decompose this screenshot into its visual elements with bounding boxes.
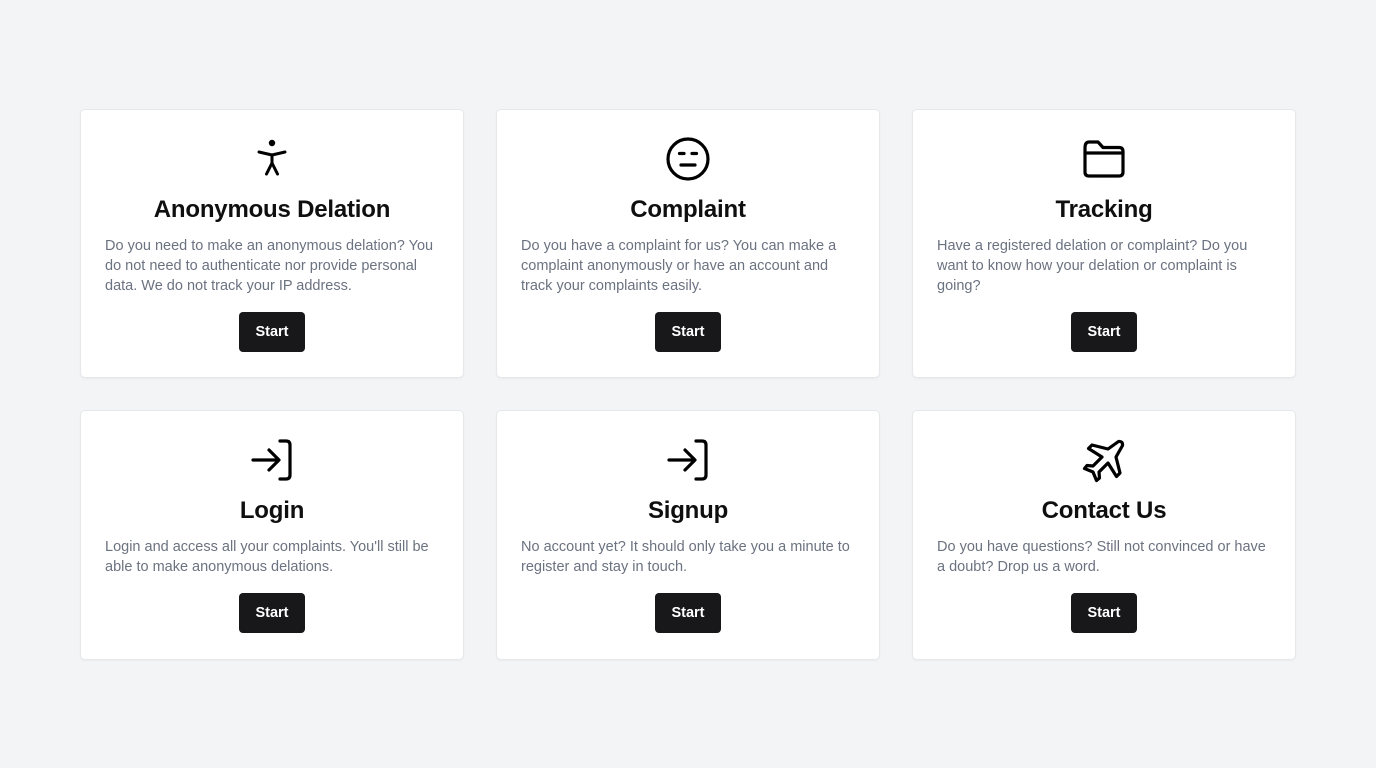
person-icon <box>248 135 296 183</box>
login-icon <box>664 436 712 484</box>
card-description: Have a registered delation or complaint?… <box>937 238 1248 294</box>
card-complaint: Complaint Do you have a complaint for us… <box>496 109 880 378</box>
start-button-contact-us[interactable]: Start <box>1071 593 1137 633</box>
start-button-anonymous-delation[interactable]: Start <box>239 312 305 352</box>
card-title: Signup <box>647 497 729 524</box>
options-grid: Anonymous Delation Do you need to make a… <box>80 109 1296 660</box>
card-title: Login <box>239 497 305 524</box>
card-description: Login and access all your complaints. Yo… <box>105 539 429 575</box>
start-button-signup[interactable]: Start <box>655 593 721 633</box>
login-icon <box>248 436 296 484</box>
card-description: Do you need to make an anonymous delatio… <box>105 238 434 294</box>
card-tracking: Tracking Have a registered delation or c… <box>912 109 1296 378</box>
card-description: Do you have questions? Still not convinc… <box>937 539 1266 575</box>
plane-icon <box>1080 436 1128 484</box>
card-title: Complaint <box>630 196 746 223</box>
start-button-complaint[interactable]: Start <box>655 312 721 352</box>
card-signup: Signup No account yet? It should only ta… <box>496 410 880 660</box>
card-description: No account yet? It should only take you … <box>521 539 850 575</box>
card-login: Login Login and access all your complain… <box>80 410 464 660</box>
card-description: Do you have a complaint for us? You can … <box>521 238 837 294</box>
card-title: Anonymous Delation <box>153 196 391 223</box>
card-title: Tracking <box>1055 196 1153 223</box>
folder-icon <box>1080 135 1128 183</box>
start-button-login[interactable]: Start <box>239 593 305 633</box>
card-anonymous-delation: Anonymous Delation Do you need to make a… <box>80 109 464 378</box>
start-button-tracking[interactable]: Start <box>1071 312 1137 352</box>
card-contact-us: Contact Us Do you have questions? Still … <box>912 410 1296 660</box>
card-title: Contact Us <box>1041 497 1167 524</box>
neutral-face-icon <box>664 135 712 183</box>
